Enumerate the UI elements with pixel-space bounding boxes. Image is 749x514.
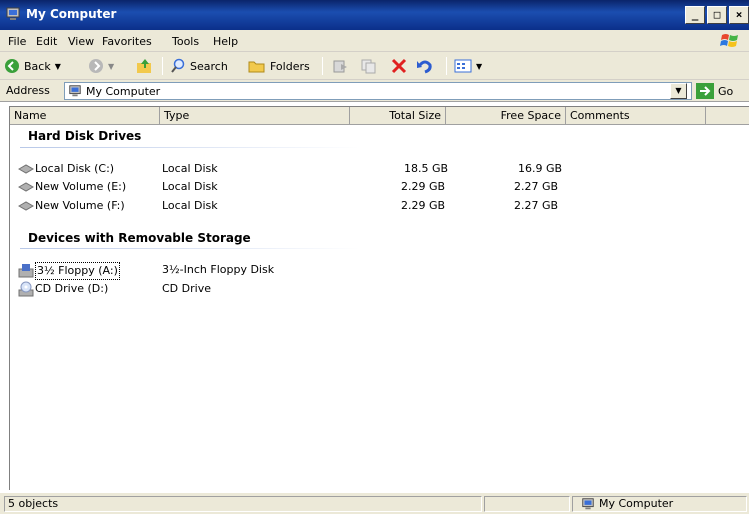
folders-label: Folders — [270, 59, 310, 73]
title-bar: My Computer _ □ × — [0, 0, 749, 30]
hard-disk-icon — [18, 201, 34, 211]
address-input[interactable]: My Computer — [64, 82, 692, 100]
menu-edit[interactable]: Edit — [36, 35, 57, 48]
undo-icon — [417, 60, 432, 74]
folders-icon — [248, 61, 265, 73]
drive-d-type: CD Drive — [162, 282, 211, 295]
up-folder-button[interactable] — [136, 56, 154, 76]
address-value: My Computer — [86, 84, 161, 98]
hard-disk-icon — [18, 164, 34, 174]
drive-c-free-space: 16.9 GB — [518, 162, 563, 175]
toolbar: Back ▼ ▼ Search Folders ▼ — [0, 52, 749, 80]
my-computer-small-icon — [69, 85, 81, 97]
column-header-name[interactable]: Name — [10, 107, 160, 125]
menu-bar: File Edit View Favorites Tools Help — [0, 30, 749, 52]
drive-d-name: CD Drive (D:) — [18, 281, 108, 297]
copy-to-icon — [361, 59, 376, 74]
list-item[interactable]: New Volume (E:) Local Disk 2.29 GB 2.27 … — [18, 179, 618, 195]
views-dropdown-icon[interactable]: ▼ — [476, 62, 482, 71]
floppy-drive-icon — [18, 264, 34, 278]
menu-view[interactable]: View — [68, 35, 94, 48]
go-button[interactable]: Go — [696, 83, 733, 99]
file-list-view[interactable]: Name Type Total Size Free Space Comments… — [9, 106, 749, 490]
address-dropdown-button[interactable]: ▼ — [670, 83, 687, 99]
drive-a-name: 3½ Floppy (A:) — [18, 262, 120, 280]
group-divider — [20, 248, 360, 249]
drive-c-total-size: 18.5 GB — [404, 162, 449, 175]
status-bar: 5 objects My Computer — [0, 492, 749, 514]
hard-disk-icon — [18, 182, 34, 192]
drive-f-name: New Volume (F:) — [18, 198, 125, 214]
up-folder-icon — [137, 59, 151, 73]
forward-arrow-icon — [89, 59, 103, 73]
delete-icon — [391, 58, 407, 74]
delete-button[interactable] — [390, 56, 408, 76]
menu-tools[interactable]: Tools — [172, 35, 199, 48]
move-to-icon — [333, 60, 347, 73]
drive-c-name: Local Disk (C:) — [18, 161, 114, 177]
windows-logo-icon — [720, 34, 738, 47]
drive-f-free-space: 2.27 GB — [514, 199, 559, 212]
menu-help[interactable]: Help — [213, 35, 238, 48]
group-header-removable-storage: Devices with Removable Storage — [28, 231, 251, 245]
cd-drive-icon — [18, 281, 34, 297]
views-icon — [454, 59, 472, 73]
menu-favorites[interactable]: Favorites — [102, 35, 152, 48]
drive-f-total-size: 2.29 GB — [401, 199, 446, 212]
list-item[interactable]: Local Disk (C:) Local Disk 18.5 GB 16.9 … — [18, 161, 618, 177]
back-arrow-icon — [5, 59, 19, 73]
drive-f-type: Local Disk — [162, 199, 218, 212]
back-dropdown-icon[interactable]: ▼ — [55, 62, 61, 71]
drive-c-type: Local Disk — [162, 162, 218, 175]
maximize-button[interactable]: □ — [707, 6, 727, 24]
drive-e-total-size: 2.29 GB — [401, 180, 446, 193]
search-button[interactable]: Search — [170, 56, 228, 76]
go-label: Go — [718, 84, 734, 98]
close-button[interactable]: × — [729, 6, 749, 24]
column-header-total-size[interactable]: Total Size — [350, 107, 446, 125]
drive-e-free-space: 2.27 GB — [514, 180, 559, 193]
list-item[interactable]: New Volume (F:) Local Disk 2.29 GB 2.27 … — [18, 198, 618, 214]
group-divider — [20, 147, 360, 148]
status-empty-panel — [484, 496, 570, 512]
menu-file[interactable]: File — [8, 35, 26, 48]
go-arrow-icon — [696, 83, 714, 99]
drive-a-type: 3½-Inch Floppy Disk — [162, 263, 275, 276]
move-to-button[interactable] — [332, 56, 350, 76]
list-item[interactable]: 3½ Floppy (A:) 3½-Inch Floppy Disk — [18, 262, 618, 280]
my-computer-status-icon — [582, 498, 594, 510]
list-item[interactable]: CD Drive (D:) CD Drive — [18, 281, 618, 297]
minimize-button[interactable]: _ — [685, 6, 705, 24]
views-button[interactable]: ▼ — [454, 56, 482, 76]
column-header-row: Name Type Total Size Free Space Comments — [10, 107, 749, 125]
search-label: Search — [190, 59, 228, 73]
status-location: My Computer — [572, 496, 747, 512]
address-bar: Address My Computer ▼ Go — [0, 80, 749, 102]
column-header-type[interactable]: Type — [160, 107, 350, 125]
drive-e-type: Local Disk — [162, 180, 218, 193]
back-button[interactable]: Back ▼ — [4, 56, 61, 76]
forward-dropdown-icon[interactable]: ▼ — [108, 62, 114, 71]
status-objects: 5 objects — [4, 496, 482, 512]
my-computer-icon — [6, 7, 20, 20]
group-header-hard-disk-drives: Hard Disk Drives — [28, 129, 142, 143]
column-header-comments[interactable]: Comments — [566, 107, 706, 125]
undo-button[interactable] — [416, 56, 434, 76]
copy-to-button[interactable] — [360, 56, 378, 76]
column-header-free-space[interactable]: Free Space — [446, 107, 566, 125]
back-label: Back — [24, 59, 51, 73]
address-label: Address — [6, 84, 50, 97]
drive-e-name: New Volume (E:) — [18, 179, 126, 195]
window-title: My Computer — [26, 7, 117, 21]
folders-button[interactable]: Folders — [248, 56, 310, 76]
search-icon — [171, 58, 185, 73]
forward-button[interactable]: ▼ — [88, 56, 114, 76]
